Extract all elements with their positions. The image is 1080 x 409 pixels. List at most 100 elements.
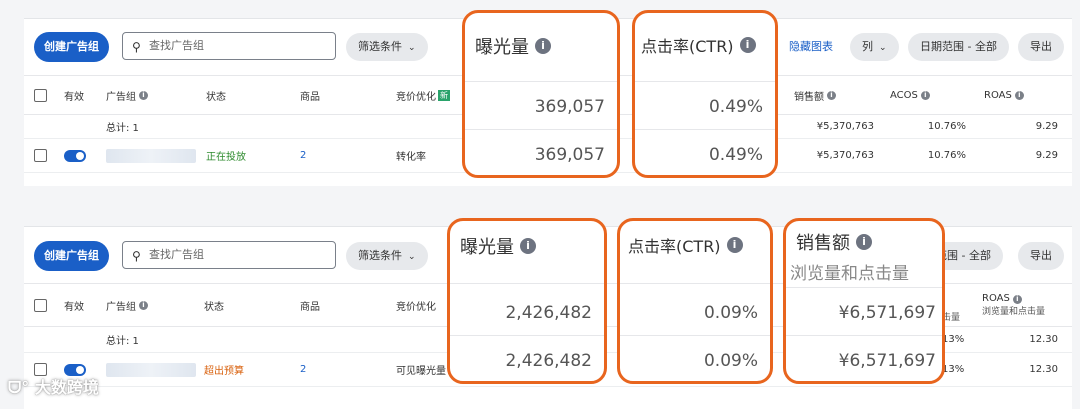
select-all-checkbox[interactable] — [30, 284, 51, 326]
create-ad-group-button[interactable]: 创建广告组 — [34, 32, 109, 62]
watermark-text: 大数跨境 — [34, 378, 99, 397]
col-acos[interactable]: ACOS i — [886, 76, 934, 114]
products-count-link[interactable]: 2 — [296, 353, 310, 386]
ctr-total: 0.49% — [708, 97, 763, 117]
zoom-ctr-2: 点击率(CTR) i 0.09% 0.09% — [617, 218, 773, 384]
impressions-row: 2,426,482 — [505, 351, 592, 371]
row-sales: ¥5,370,763 — [816, 150, 874, 161]
search-placeholder: 查找广告组 — [149, 248, 204, 261]
col-status[interactable]: 状态 — [200, 284, 228, 326]
col-products[interactable]: 商品 — [296, 284, 324, 326]
col-active[interactable]: 有效 — [60, 284, 88, 326]
info-icon: i — [920, 90, 930, 100]
zoom-impressions-2: 曝光量 i 2,426,482 2,426,482 — [447, 218, 607, 384]
col-ad-group[interactable]: 广告组 i — [102, 76, 152, 114]
watermark-icon: ᗜ° — [8, 378, 30, 397]
ctr-row: 0.09% — [703, 351, 758, 371]
col-roas[interactable]: ROAS i 浏览量和点击量 — [978, 284, 1049, 326]
col-ad-group[interactable]: 广告组 i — [102, 284, 152, 326]
total-sales: ¥5,370,763 — [816, 121, 874, 132]
col-ad-group-label: 广告组 — [106, 301, 136, 313]
ctr-row: 0.49% — [708, 145, 763, 165]
zoom-ctr-1: 点击率(CTR) i 0.49% 0.49% — [632, 10, 778, 178]
active-toggle[interactable] — [60, 139, 90, 172]
columns-label: 列 — [862, 40, 873, 53]
sales-title: 销售额 — [796, 233, 850, 254]
search-input[interactable]: ⚲ 查找广告组 — [122, 32, 336, 60]
col-active[interactable]: 有效 — [60, 76, 88, 114]
select-all-checkbox[interactable] — [30, 76, 51, 114]
date-range-button[interactable]: 日期范围 - 全部 — [908, 33, 1009, 61]
chevron-down-icon: ⌄ — [408, 252, 416, 262]
col-sales-label: 销售额 — [794, 91, 824, 103]
col-bid-optimization[interactable]: 竞价优化 — [392, 284, 440, 326]
row-checkbox[interactable] — [30, 139, 51, 172]
sales-subtitle: 浏览量和点击量 — [790, 264, 909, 284]
info-icon: i — [535, 38, 551, 54]
col-bid-label: 竞价优化 — [396, 91, 436, 103]
status-badge: 超出预算 — [204, 366, 244, 377]
zoom-sales-2: 销售额 i 浏览量和点击量 ¥6,571,697 ¥6,571,697 — [783, 218, 945, 384]
columns-dropdown[interactable]: 列 ⌄ — [850, 33, 899, 61]
col-bid-optimization[interactable]: 竞价优化新 — [392, 76, 454, 114]
row-roas: 12.30 — [1029, 364, 1058, 375]
total-roas: 12.30 — [1029, 334, 1058, 345]
info-icon: i — [520, 238, 536, 254]
total-label: 总计: 1 — [106, 336, 139, 347]
total-roas: 9.29 — [1035, 121, 1058, 132]
ad-group-name-redacted[interactable] — [102, 139, 200, 172]
filter-label: 筛选条件 — [358, 40, 402, 53]
col-acos-label: ACOS — [890, 89, 918, 101]
bid-optimization-value: 转化率 — [396, 152, 426, 163]
export-button[interactable]: 导出 — [1018, 33, 1064, 61]
filter-dropdown[interactable]: 筛选条件 ⌄ — [346, 33, 428, 61]
col-roas[interactable]: ROAS i — [980, 76, 1028, 114]
create-ad-group-button[interactable]: 创建广告组 — [34, 241, 109, 271]
chevron-down-icon: ⌄ — [879, 43, 887, 53]
col-products[interactable]: 商品 — [296, 76, 324, 114]
info-icon: i — [739, 37, 756, 53]
row-acos: 10.76% — [927, 150, 966, 161]
new-badge: 新 — [438, 89, 450, 101]
impressions-row: 369,057 — [534, 145, 605, 165]
row-roas: 9.29 — [1035, 150, 1058, 161]
col-status[interactable]: 状态 — [202, 76, 230, 114]
total-acos: 10.76% — [927, 121, 966, 132]
sales-row: ¥6,571,697 — [838, 351, 936, 371]
impressions-title: 曝光量 — [460, 237, 514, 258]
info-icon: i — [726, 237, 743, 253]
impressions-total: 2,426,482 — [505, 303, 592, 323]
info-icon: i — [856, 234, 872, 250]
col-roas-label: ROAS — [982, 293, 1010, 304]
sales-total: ¥6,571,697 — [838, 303, 936, 323]
bid-optimization-value: 可见曝光量 — [396, 366, 446, 377]
ctr-total: 0.09% — [703, 303, 758, 323]
info-icon: i — [1012, 295, 1022, 304]
chevron-down-icon: ⌄ — [408, 43, 416, 53]
info-icon: i — [139, 90, 148, 100]
products-count-link[interactable]: 2 — [296, 139, 310, 172]
ctr-title: 点击率(CTR) — [641, 37, 734, 56]
impressions-title: 曝光量 — [475, 37, 529, 58]
info-icon: i — [1014, 90, 1024, 100]
ad-group-name-redacted[interactable] — [102, 353, 200, 386]
col-sales[interactable]: 销售额 i — [790, 76, 840, 114]
search-icon: ⚲ — [132, 249, 141, 263]
col-roas-label: ROAS — [984, 89, 1012, 101]
info-icon: i — [139, 300, 148, 310]
status-badge: 正在投放 — [206, 152, 246, 163]
watermark-logo: ᗜ° 大数跨境 — [8, 374, 99, 398]
impressions-total: 369,057 — [534, 97, 605, 117]
search-icon: ⚲ — [132, 40, 141, 54]
info-icon: i — [827, 90, 836, 100]
filter-dropdown[interactable]: 筛选条件 ⌄ — [346, 242, 428, 270]
export-button[interactable]: 导出 — [1018, 242, 1064, 270]
total-label: 总计: 1 — [106, 123, 139, 134]
zoom-impressions-1: 曝光量 i 369,057 369,057 — [462, 10, 620, 178]
filter-label: 筛选条件 — [358, 249, 402, 262]
col-ad-group-label: 广告组 — [106, 91, 136, 103]
search-input[interactable]: ⚲ 查找广告组 — [122, 241, 336, 269]
ctr-title: 点击率(CTR) — [628, 237, 721, 256]
roas-sub-label: 浏览量和点击量 — [982, 307, 1046, 317]
hide-chart-link[interactable]: 隐藏图表 — [789, 33, 833, 61]
